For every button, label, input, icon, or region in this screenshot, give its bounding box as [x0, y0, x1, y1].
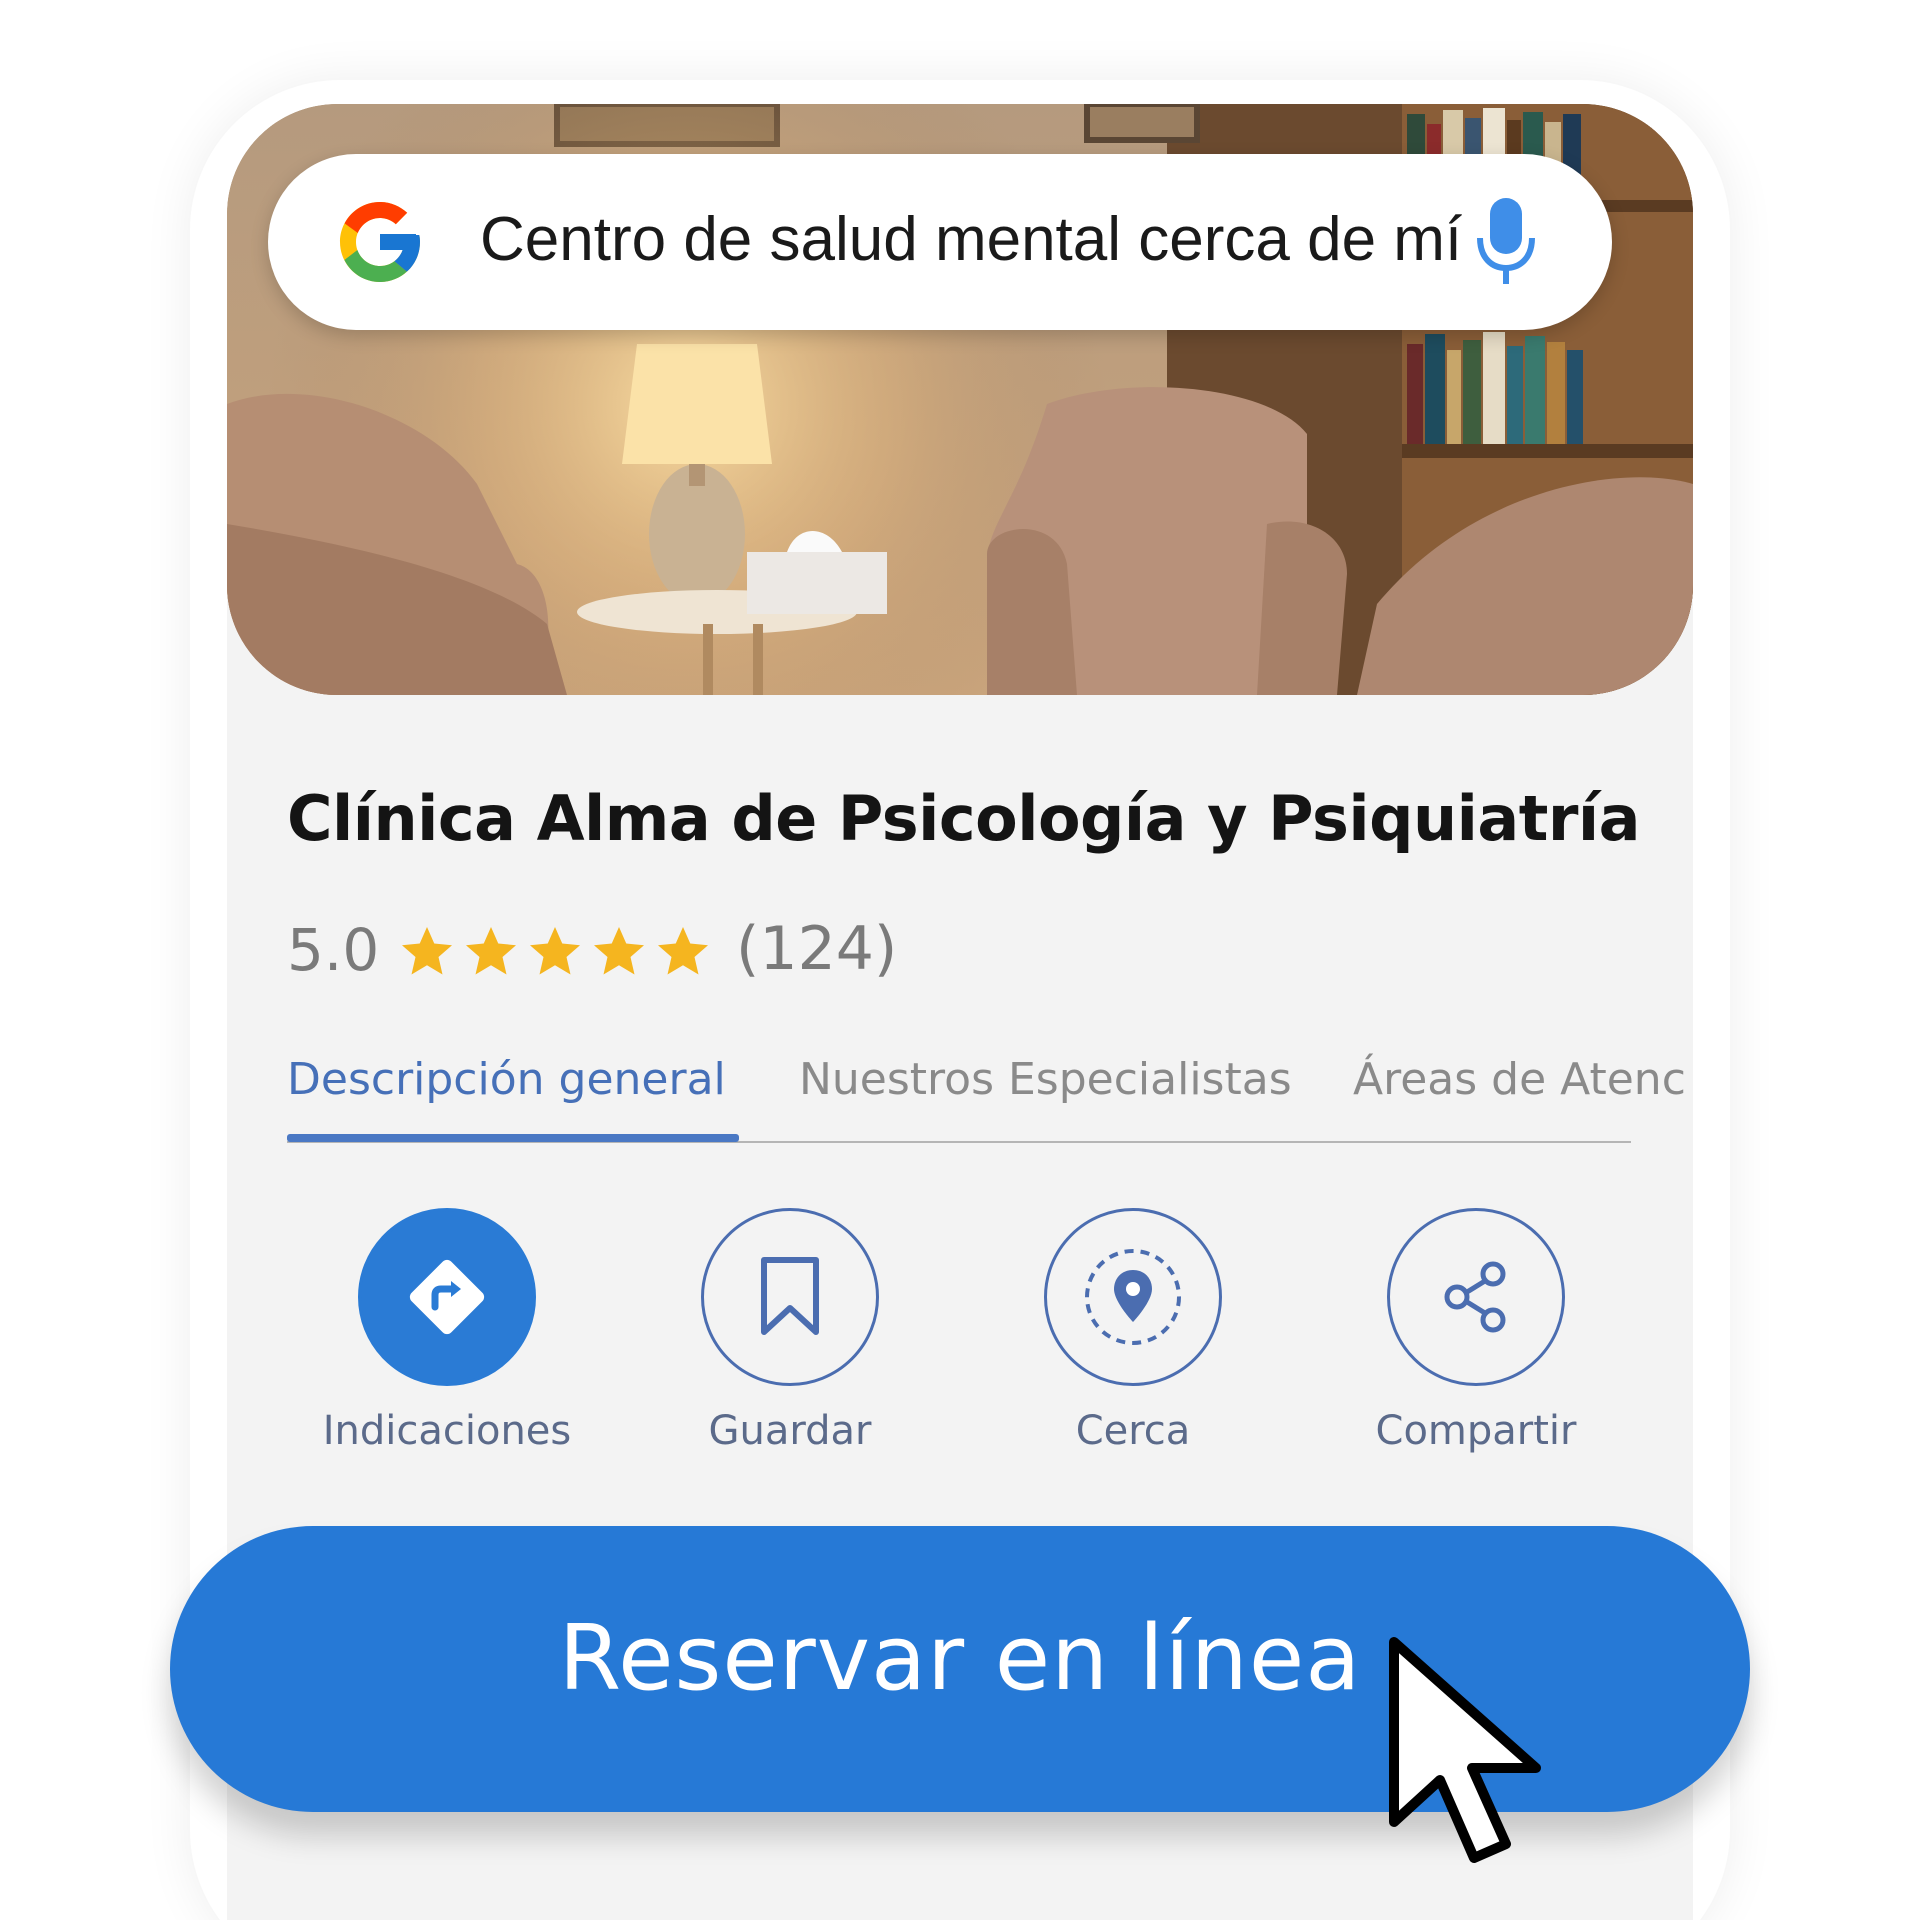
star-icon — [594, 927, 644, 975]
nearby-button[interactable]: Cerca — [971, 1208, 1291, 1468]
share-label: Compartir — [1375, 1408, 1577, 1454]
microphone-icon[interactable] — [1476, 194, 1536, 290]
star-icon — [402, 927, 452, 975]
share-button[interactable]: Compartir — [1314, 1208, 1634, 1468]
save-label: Guardar — [708, 1408, 872, 1454]
star-icon — [658, 927, 708, 975]
active-tab-indicator — [287, 1134, 739, 1142]
place-title: Clínica Alma de Psicología y Psiquiatría — [287, 782, 1641, 855]
directions-label: Indicaciones — [322, 1408, 572, 1454]
share-button-circle[interactable] — [1387, 1208, 1565, 1386]
mouse-pointer-icon — [1389, 1637, 1541, 1863]
bookmark-icon — [761, 1257, 819, 1335]
star-rating — [397, 922, 713, 982]
tab-bar: Descripción general Nuestros Especialist… — [287, 1040, 1693, 1140]
save-button-circle[interactable] — [701, 1208, 879, 1386]
directions-icon — [409, 1259, 485, 1335]
nearby-button-circle[interactable] — [1044, 1208, 1222, 1386]
search-query[interactable]: Centro de salud mental cerca de mí — [480, 204, 1462, 275]
search-bar[interactable]: Centro de salud mental cerca de mí — [268, 154, 1612, 330]
google-g-icon — [340, 202, 420, 282]
directions-button[interactable]: Indicaciones — [285, 1208, 605, 1468]
review-count[interactable]: (124) — [736, 914, 897, 984]
rating-value: 5.0 — [287, 916, 380, 984]
save-button[interactable]: Guardar — [628, 1208, 948, 1468]
star-icon — [530, 927, 580, 975]
tab-nuestros-especialistas[interactable]: Nuestros Especialistas — [799, 1054, 1292, 1105]
tab-descripcion-general[interactable]: Descripción general — [287, 1054, 726, 1105]
nearby-pin-icon — [1085, 1249, 1181, 1345]
directions-button-circle[interactable] — [358, 1208, 536, 1386]
tab-areas-de-atencion[interactable]: Áreas de Atenc — [1353, 1054, 1686, 1105]
star-icon — [466, 927, 516, 975]
nearby-label: Cerca — [1075, 1408, 1191, 1454]
share-icon — [1444, 1261, 1506, 1333]
